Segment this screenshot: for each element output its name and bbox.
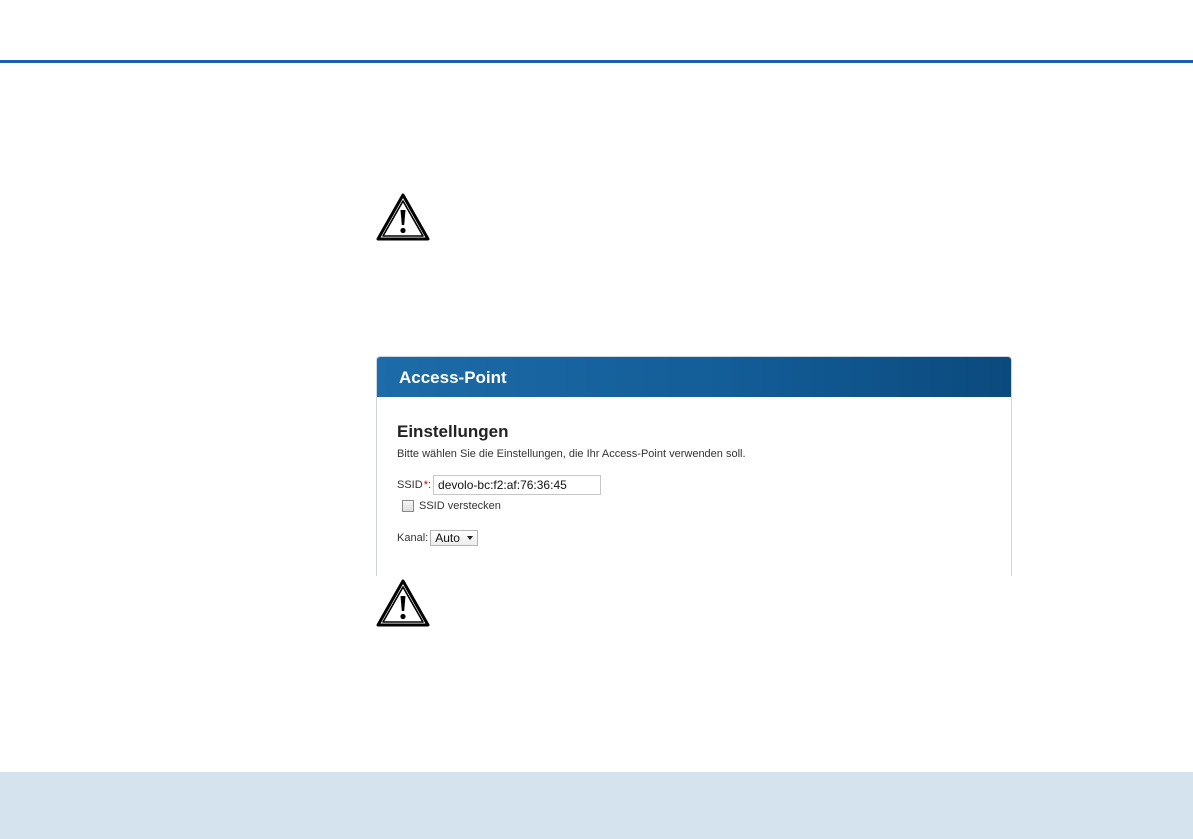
channel-select-value: Auto [435,531,460,545]
hide-ssid-row[interactable]: SSID verstecken [397,498,991,514]
channel-row: Kanal: Auto [397,528,991,548]
chevron-down-icon [467,536,474,540]
required-marker: *: [423,479,432,491]
hide-ssid-checkbox[interactable] [402,500,414,512]
ssid-label: SSID [397,479,423,491]
section-title: Einstellungen [397,422,509,441]
ssid-row: SSID *: [397,474,991,496]
section-description: Bitte wählen Sie die Einstellungen, die … [397,448,746,460]
warning-triangle-icon [375,192,431,242]
footer-band [0,772,1193,839]
access-point-panel: Access-Point Einstellungen Bitte wählen … [376,356,1012,576]
ssid-input[interactable] [433,475,602,495]
header-rule [0,60,1193,63]
panel-body: Einstellungen Bitte wählen Sie die Einst… [377,422,1011,548]
channel-label: Kanal: [397,532,429,544]
panel-title: Access-Point [377,357,1011,397]
channel-select[interactable]: Auto [430,530,479,546]
hide-ssid-label: SSID verstecken [419,500,501,512]
warning-triangle-icon [375,578,431,628]
